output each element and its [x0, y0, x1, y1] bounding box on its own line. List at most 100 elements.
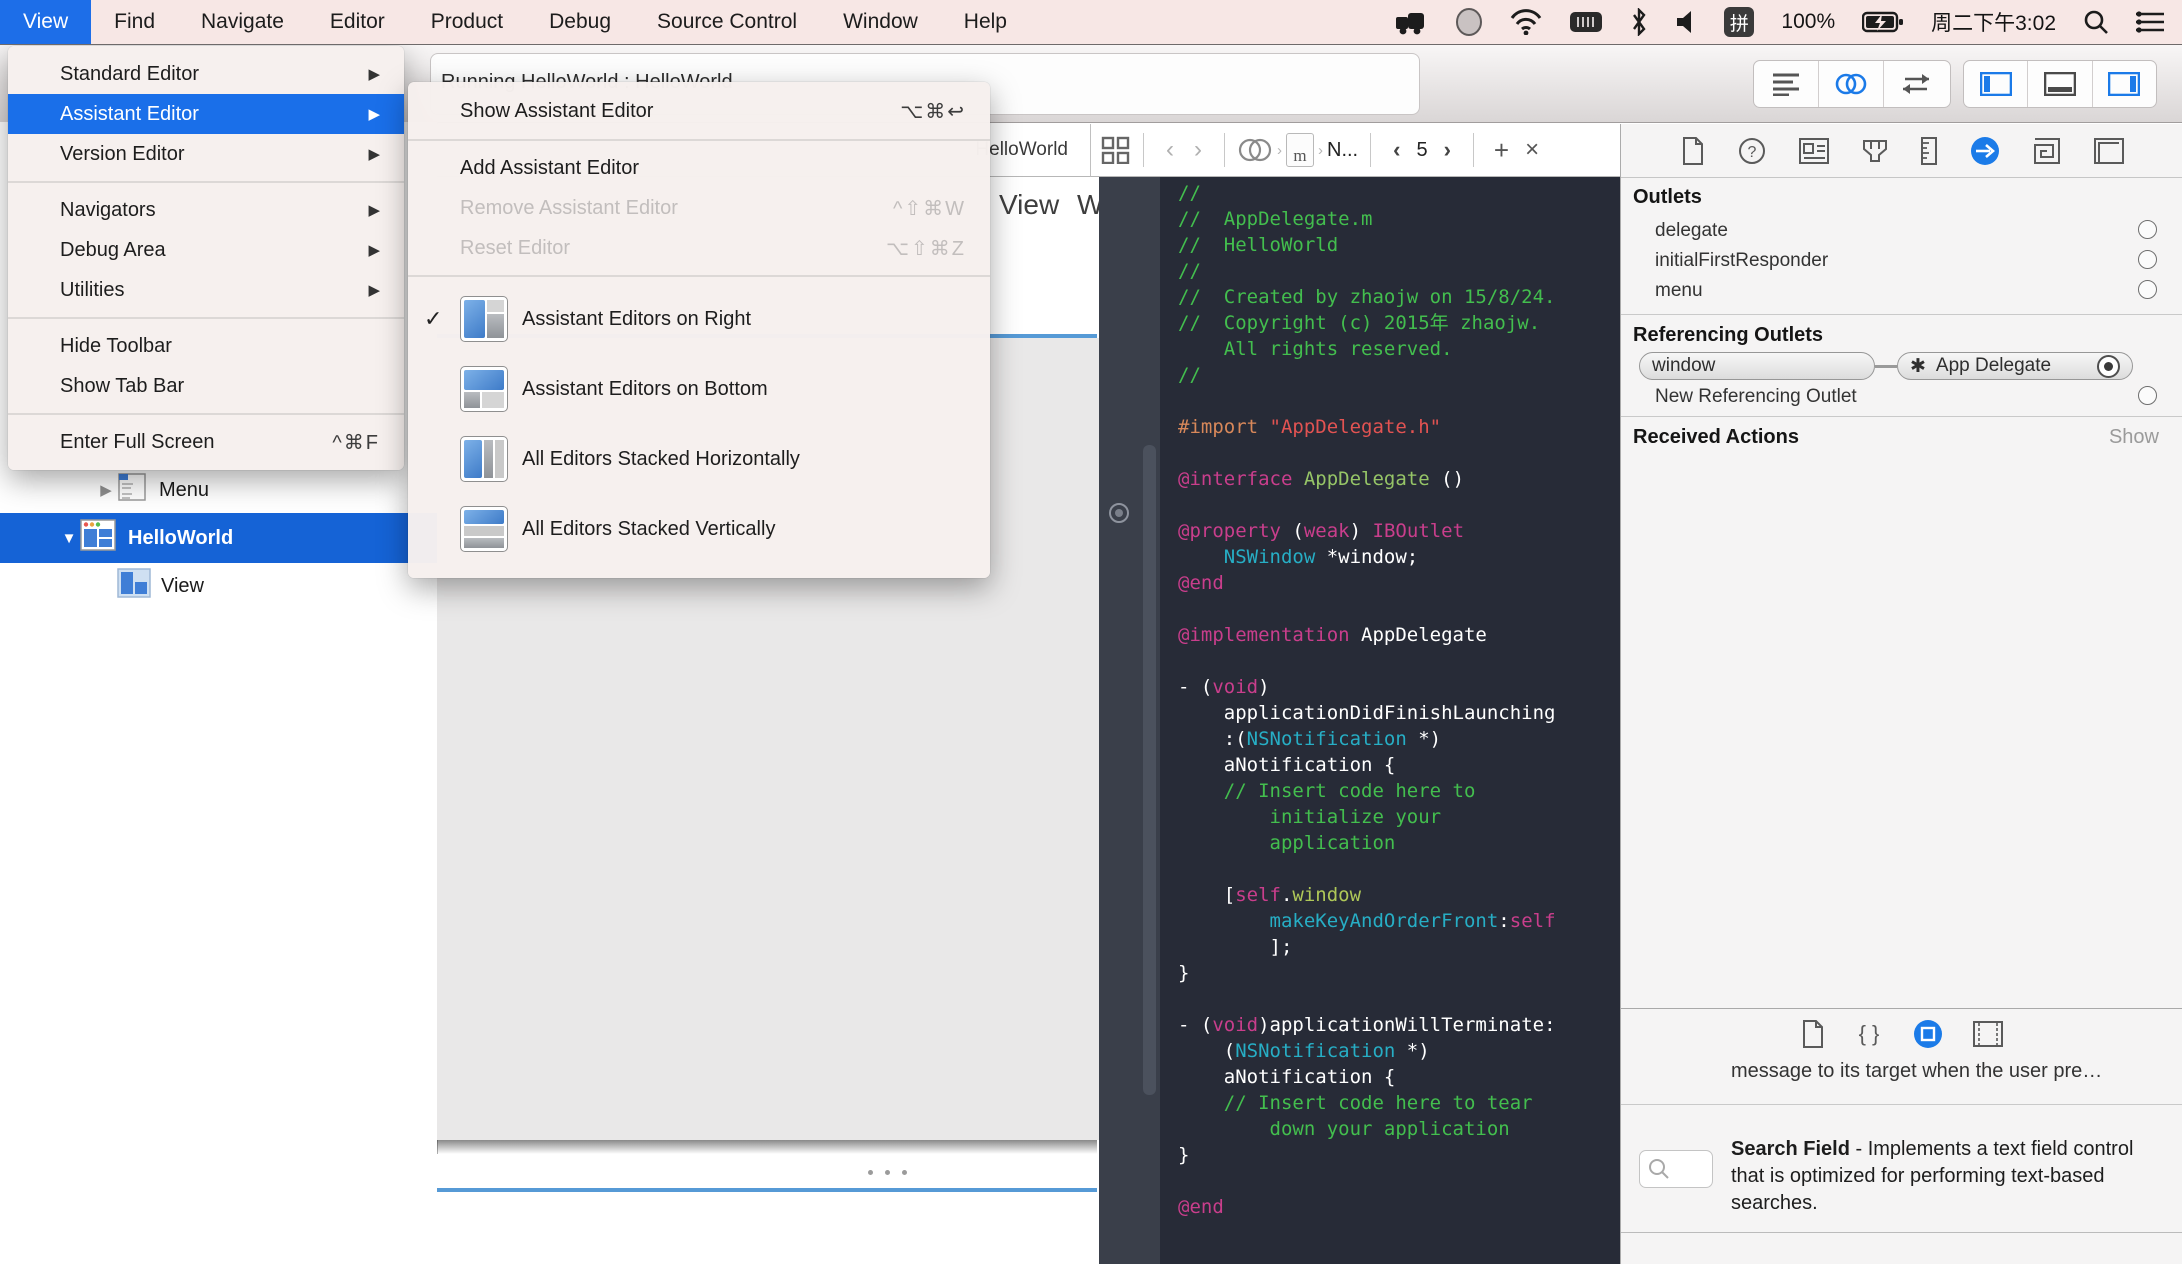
- standard-editor-button[interactable]: [1754, 61, 1819, 107]
- menu-item-add-assistant-editor[interactable]: Add Assistant Editor: [408, 148, 990, 188]
- navigator-panel-icon: [1979, 72, 2012, 96]
- ib-resize-handle[interactable]: [868, 1170, 928, 1175]
- connection-line: [1875, 365, 1897, 368]
- menubar-item-window[interactable]: Window: [820, 0, 941, 44]
- outlet-connection-well[interactable]: [2138, 250, 2157, 269]
- volume-icon[interactable]: [1675, 10, 1697, 34]
- back-arrow[interactable]: ‹: [1156, 136, 1184, 164]
- menu-item-label: Utilities: [60, 278, 125, 301]
- related-items-icon[interactable]: [1101, 136, 1131, 164]
- layout-horizontal-icon: [460, 436, 508, 482]
- referencing-outlet-source-pill[interactable]: window: [1639, 352, 1875, 380]
- bluetooth-icon[interactable]: [1630, 8, 1648, 36]
- media-library-icon[interactable]: [2093, 137, 2124, 164]
- menu-item-assistant-editor[interactable]: Assistant Editor ▶: [8, 94, 404, 134]
- menubar-item-debug[interactable]: Debug: [526, 0, 634, 44]
- menu-item-debug-area[interactable]: Debug Area ▶: [8, 230, 404, 270]
- counterparts-icon[interactable]: [1237, 137, 1273, 163]
- app-status-icon[interactable]: [1394, 9, 1428, 35]
- debug-area-button[interactable]: [2028, 61, 2093, 107]
- menu-item-label: Remove Assistant Editor: [460, 196, 678, 219]
- outline-row-label: Menu: [159, 478, 210, 501]
- menu-item-label: Version Editor: [60, 142, 185, 165]
- code-snippet-icon[interactable]: { }: [1855, 1020, 1883, 1048]
- screen: Running HelloWorld : HelloWorld: [0, 0, 2182, 1264]
- menu-item-assistant-editors-on-bottom[interactable]: Assistant Editors on Bottom: [408, 354, 990, 424]
- menu-item-hide-toolbar[interactable]: Hide Toolbar: [8, 326, 404, 366]
- menu-separator: [8, 174, 404, 190]
- library-item-description[interactable]: Search Field - Implements a text field c…: [1731, 1136, 2155, 1217]
- outlet-connection-well[interactable]: [2138, 220, 2157, 239]
- outline-menu-icon: [117, 472, 149, 508]
- assistant-code-editor[interactable]: // // AppDelegate.m // HelloWorld // // …: [1099, 177, 1620, 1264]
- close-assistant-button[interactable]: ×: [1517, 136, 1547, 164]
- menu-item-label: Navigators: [60, 198, 156, 221]
- menubar-item-find[interactable]: Find: [91, 0, 178, 44]
- menubar-item-editor[interactable]: Editor: [307, 0, 408, 44]
- show-link[interactable]: Show: [2109, 426, 2159, 449]
- circle-status-icon[interactable]: [1455, 7, 1483, 37]
- menu-item-enter-full-screen[interactable]: Enter Full Screen ^⌘F: [8, 422, 404, 462]
- battery-percent[interactable]: 100%: [1781, 10, 1835, 34]
- forward-arrow[interactable]: ›: [1184, 136, 1212, 164]
- layout-bottom-icon: [460, 366, 508, 412]
- utilities-panel-button[interactable]: [2093, 61, 2156, 107]
- file-inspector-icon[interactable]: [1681, 136, 1705, 165]
- menu-item-show-assistant-editor[interactable]: Show Assistant Editor ⌥⌘↩: [408, 90, 990, 132]
- new-referencing-outlet-well[interactable]: [2138, 386, 2157, 405]
- object-library-icon[interactable]: [1913, 1019, 1943, 1049]
- menubar-clock[interactable]: 周二下午3:02: [1931, 7, 2056, 37]
- input-method-icon[interactable]: 拼: [1724, 7, 1755, 37]
- menu-item-all-editors-stacked-vertically[interactable]: All Editors Stacked Vertically: [408, 494, 990, 564]
- attributes-inspector-icon[interactable]: [1862, 137, 1888, 165]
- menubar-item-product[interactable]: Product: [408, 0, 526, 44]
- disclosure-triangle[interactable]: ▼: [58, 530, 80, 547]
- counterpart-index: 5: [1416, 138, 1428, 161]
- version-editor-button[interactable]: [1884, 61, 1948, 107]
- menu-item-navigators[interactable]: Navigators ▶: [8, 190, 404, 230]
- outlet-row-initialfirstresponder: initialFirstResponder: [1655, 250, 1829, 271]
- outlet-connection-well[interactable]: [2138, 280, 2157, 299]
- inspector-tab-bar: ?: [1621, 124, 2182, 178]
- menubar-item-help[interactable]: Help: [941, 0, 1030, 44]
- media-library-icon[interactable]: [1973, 1021, 2003, 1047]
- file-template-icon[interactable]: [1801, 1020, 1825, 1048]
- referencing-outlets-header: Referencing Outlets: [1633, 324, 1824, 346]
- menu-item-label: Add Assistant Editor: [460, 156, 639, 179]
- spotlight-search-icon[interactable]: [2083, 9, 2109, 35]
- previous-counterpart-button[interactable]: ‹: [1383, 137, 1410, 163]
- connected-radio-icon[interactable]: [2097, 354, 2120, 378]
- wifi-icon[interactable]: [1510, 9, 1542, 35]
- menubar-item-navigate[interactable]: Navigate: [178, 0, 307, 44]
- menu-item-label: Standard Editor: [60, 62, 199, 85]
- navigator-panel-button[interactable]: [1964, 61, 2029, 107]
- library-item-clipped-text: message to its target when the user pre…: [1731, 1060, 2103, 1082]
- disclosure-triangle[interactable]: ▶: [95, 481, 117, 499]
- menubar-item-source-control[interactable]: Source Control: [634, 0, 820, 44]
- size-inspector-icon[interactable]: [1920, 136, 1937, 165]
- menu-item-show-tab-bar[interactable]: Show Tab Bar: [8, 366, 404, 406]
- layout-vertical-icon: [460, 506, 508, 552]
- battery-icon[interactable]: [1862, 10, 1904, 34]
- menubar-item-view[interactable]: View: [0, 0, 92, 44]
- next-counterpart-button[interactable]: ›: [1434, 137, 1461, 163]
- asterisk-icon: ✱: [1910, 355, 1926, 377]
- file-template-library-icon[interactable]: [2033, 137, 2061, 165]
- connections-inspector-icon[interactable]: [1970, 136, 2000, 166]
- new-referencing-outlet-row[interactable]: New Referencing Outlet: [1655, 386, 1857, 408]
- menu-item-utilities[interactable]: Utilities ▶: [8, 270, 404, 310]
- keyboard-brightness-icon[interactable]: [1569, 9, 1603, 35]
- quick-help-icon[interactable]: ?: [1738, 137, 1766, 165]
- referencing-outlet-target-pill[interactable]: ✱ App Delegate: [1897, 352, 2133, 380]
- menu-item-version-editor[interactable]: Version Editor ▶: [8, 134, 404, 174]
- menu-item-assistant-editors-on-right[interactable]: ✓ Assistant Editors on Right: [408, 284, 990, 354]
- layout-right-icon: [460, 296, 508, 342]
- library-item-title: Search Field: [1731, 1138, 1850, 1160]
- jumpbar-trail[interactable]: N...: [1327, 139, 1358, 162]
- menu-item-standard-editor[interactable]: Standard Editor ▶: [8, 54, 404, 94]
- add-assistant-pane-button[interactable]: +: [1486, 135, 1517, 166]
- notification-center-icon[interactable]: [2136, 11, 2164, 33]
- menu-item-all-editors-stacked-horizontally[interactable]: All Editors Stacked Horizontally: [408, 424, 990, 494]
- identity-inspector-icon[interactable]: [1798, 137, 1829, 164]
- assistant-editor-button[interactable]: [1819, 61, 1884, 107]
